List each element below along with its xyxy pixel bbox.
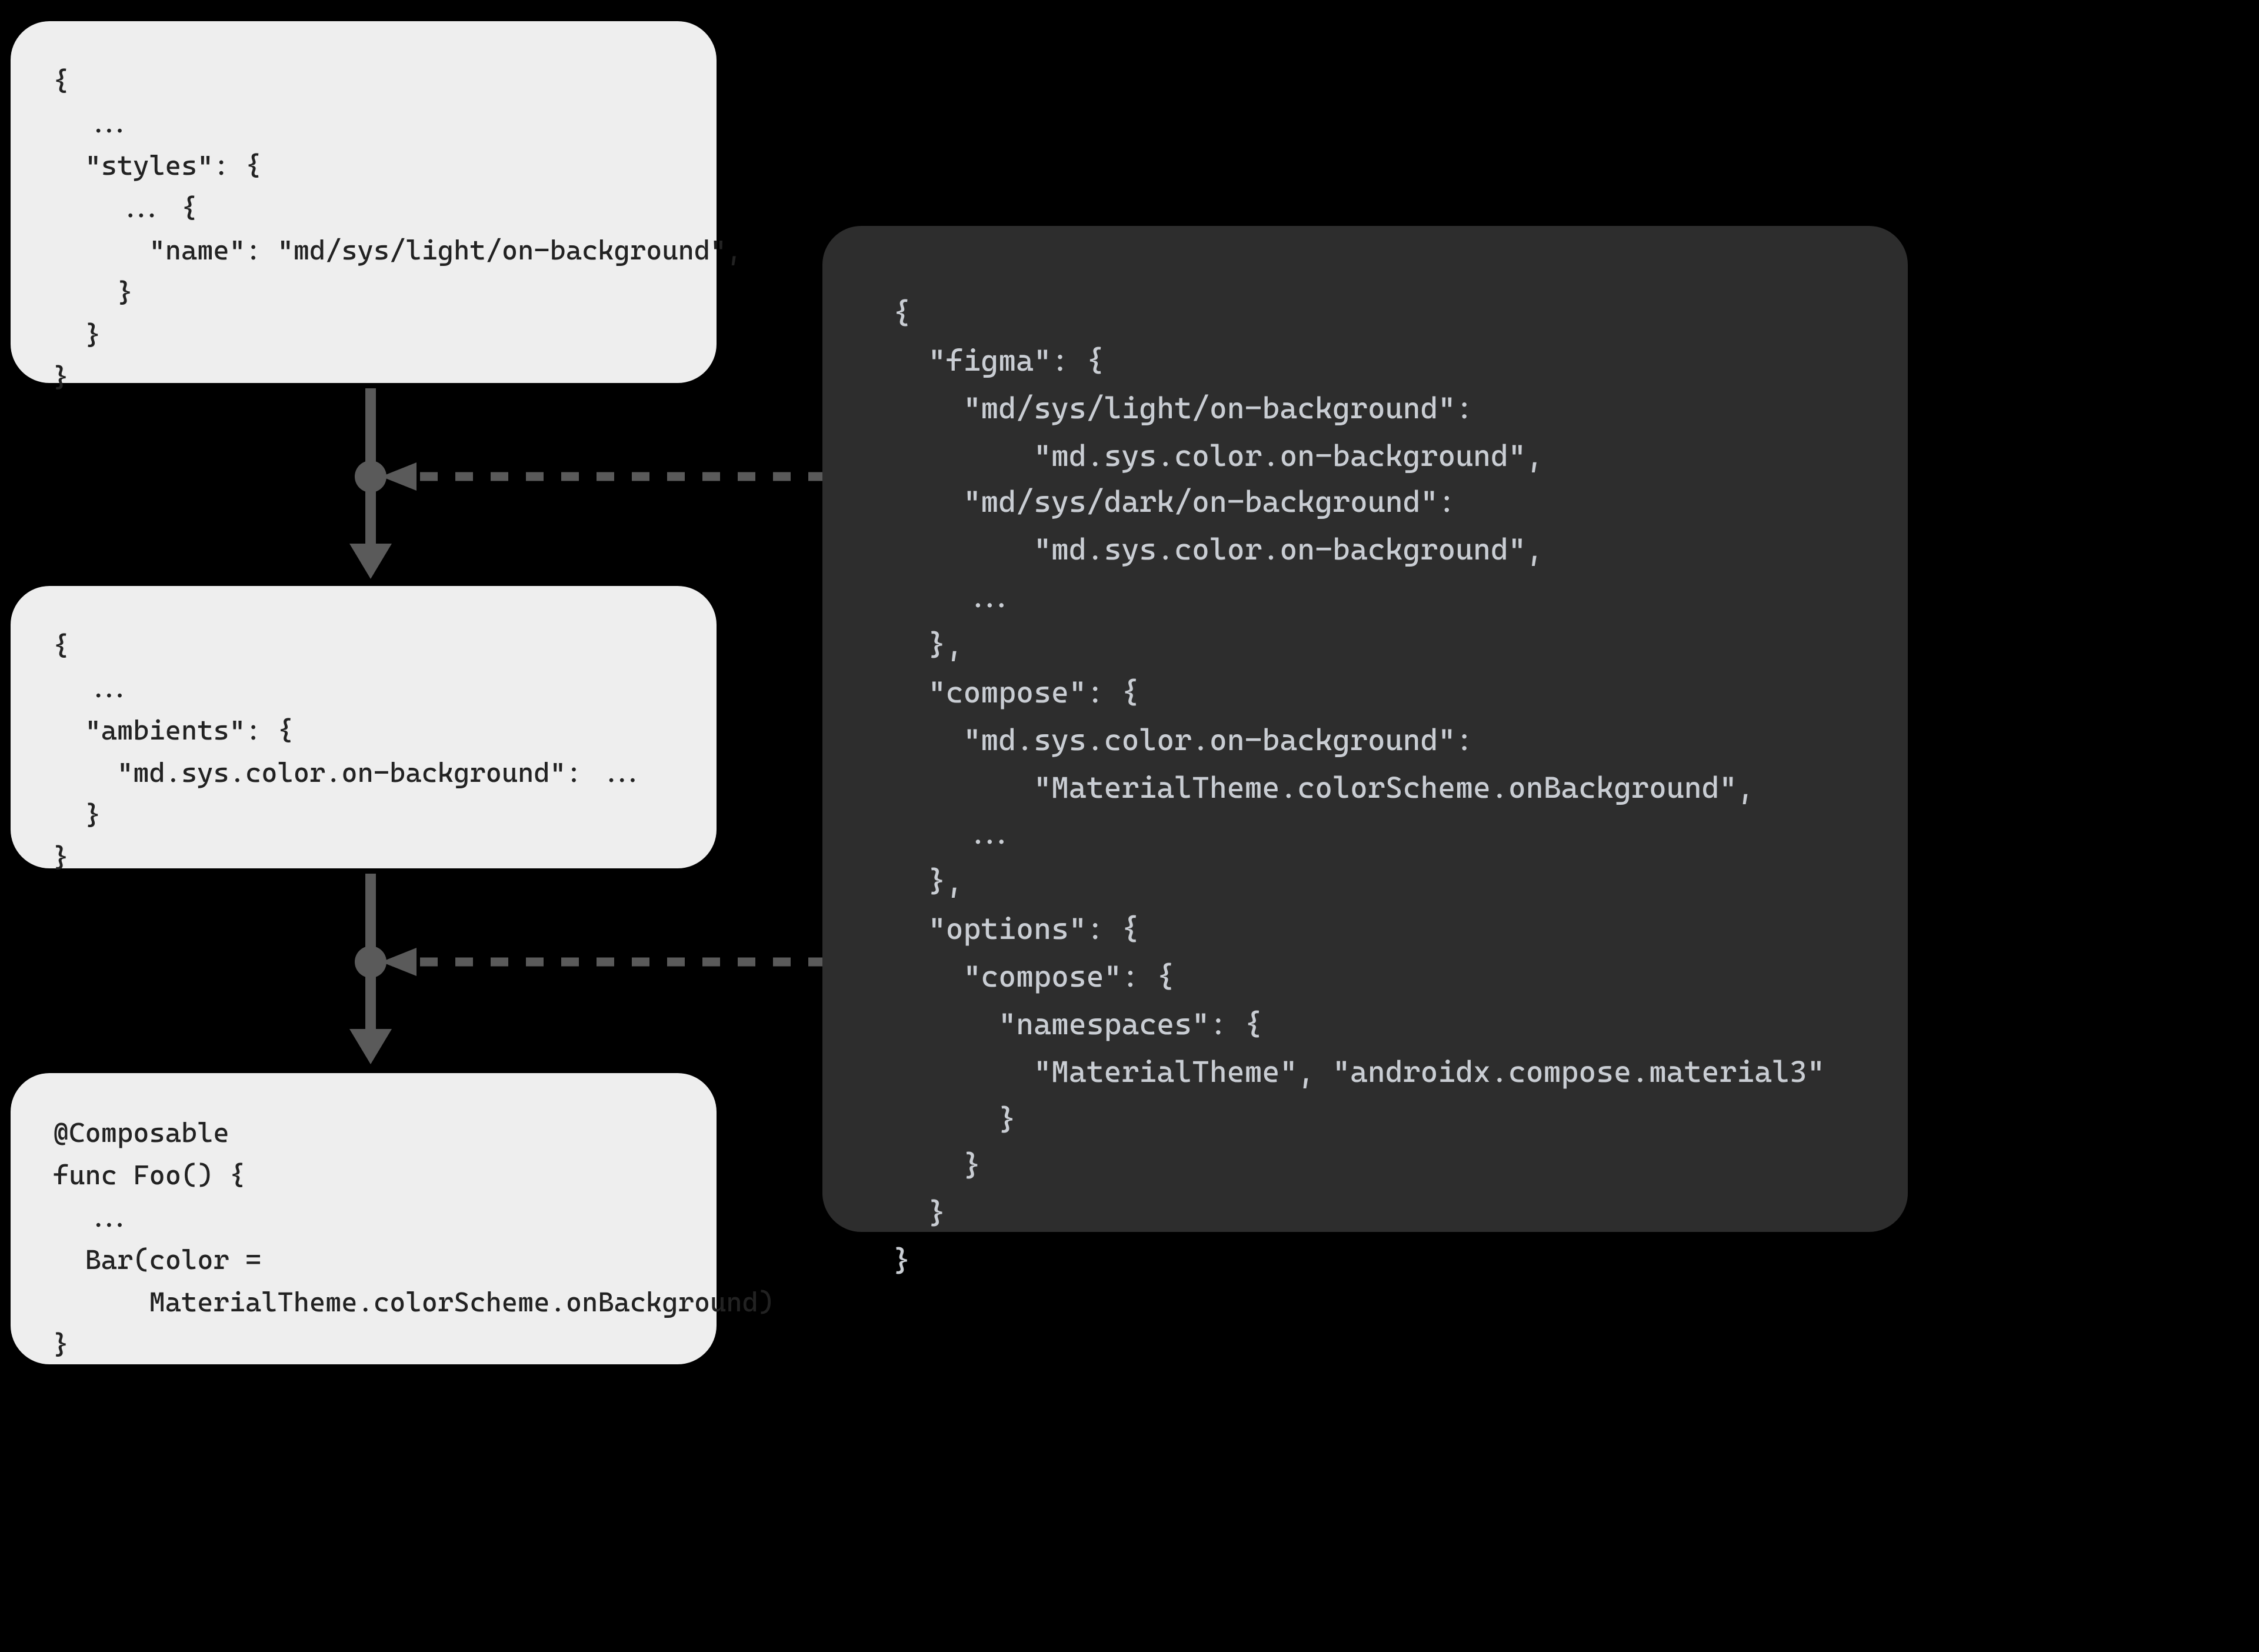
- ambients-card: { ... "ambients": { "md.sys.color.on-bac…: [11, 586, 717, 868]
- arrow-styles-to-ambients: [318, 388, 424, 582]
- arrow-ambients-to-compose: [318, 874, 424, 1068]
- compose-card: @Composable func Foo() { ... Bar(color =…: [11, 1073, 717, 1364]
- dashed-connector-top: [371, 459, 829, 494]
- config-card: { "figma": { "md/sys/light/on-background…: [822, 226, 1908, 1232]
- styles-card: { ... "styles": { ... { "name": "md/sys/…: [11, 21, 717, 383]
- dashed-connector-bottom: [371, 944, 829, 980]
